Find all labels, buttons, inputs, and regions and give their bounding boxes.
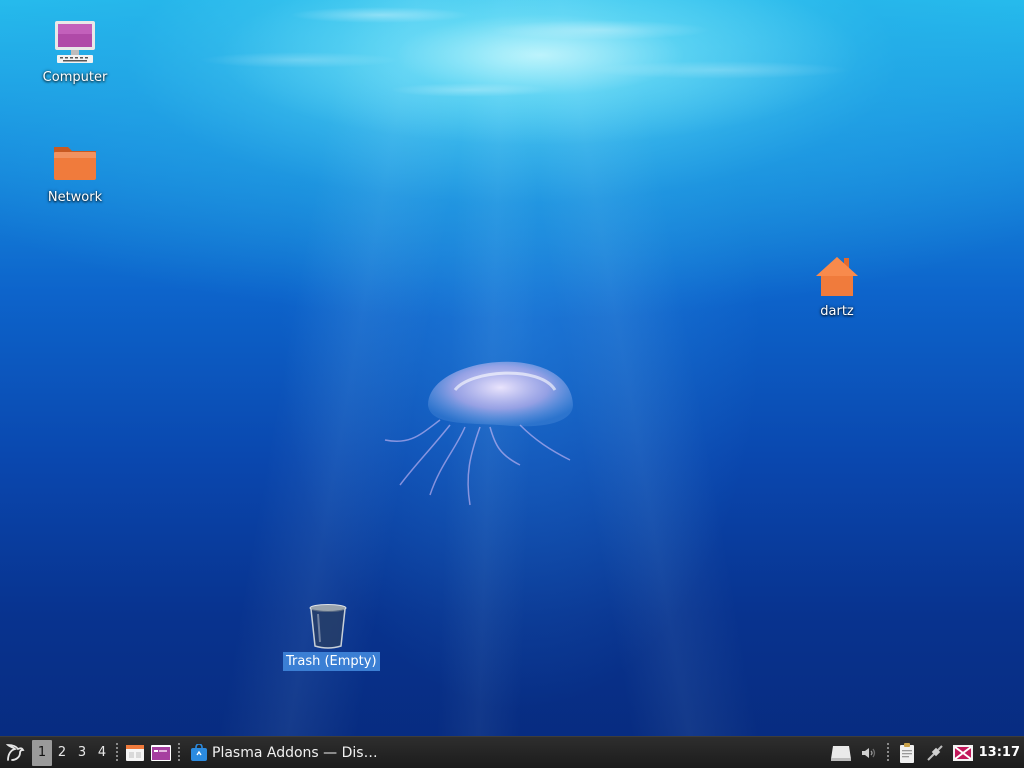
terminal-icon [151,744,171,761]
taskbar: 1 2 3 4 Plasma Addons — Dis… 13:17 [0,736,1024,768]
desktop-icon-dartz[interactable]: dartz [792,252,882,321]
desktop-icon-network[interactable]: Network [30,138,120,207]
home-icon [816,257,858,296]
file-manager-launcher[interactable] [122,737,148,769]
desktop-icon-label: dartz [820,304,854,319]
volume-icon [861,747,875,758]
trash-icon [309,604,347,649]
application-menu-button[interactable] [0,737,30,769]
taskbar-separator [178,742,180,763]
store-bag-icon [191,743,207,761]
workspace-4-button[interactable]: 4 [92,740,112,766]
clipboard-button[interactable] [893,737,921,769]
workspace-2-button[interactable]: 2 [52,740,72,766]
workspace-1-button[interactable]: 1 [32,739,52,766]
removable-drive-icon [830,745,851,761]
terminal-launcher[interactable] [148,737,174,769]
screenshot-icon [952,744,973,761]
task-button-label: Plasma Addons — Dis… [212,744,378,761]
desktop-icon-label: Computer [42,70,108,85]
volume-button[interactable] [855,737,883,769]
task-button-plasma-addons[interactable]: Plasma Addons — Dis… [186,739,384,767]
taskbar-separator [886,742,889,763]
desktop-icon-label: Trash (Empty) [283,652,380,671]
jellyfish-image [384,361,573,506]
system-tray: 13:17 [827,737,1024,769]
lxqt-menu-icon [5,743,25,761]
desktop-icon-trash[interactable]: Trash (Empty) [283,602,380,671]
desktop-icon-label: Network [47,190,103,205]
network-button[interactable] [921,737,949,769]
clock[interactable]: 13:17 [977,745,1024,760]
wallpaper-water-surface [0,0,1024,150]
folder-icon [54,147,96,180]
removable-drive-button[interactable] [827,737,855,769]
clipboard-icon [899,742,914,763]
network-cable-icon [926,744,943,761]
file-manager-icon [126,744,144,761]
taskbar-separator [116,742,118,763]
workspace-3-button[interactable]: 3 [72,740,92,766]
workspace-switcher: 1 2 3 4 [32,739,112,767]
computer-icon [55,21,95,63]
desktop-icon-computer[interactable]: Computer [30,18,120,87]
screenshot-button[interactable] [949,737,977,769]
